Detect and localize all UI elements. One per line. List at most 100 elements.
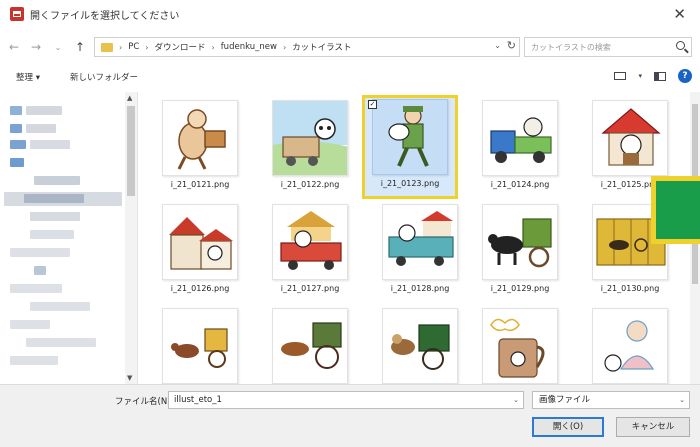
cow-house-icon xyxy=(592,100,668,176)
breadcrumb-separator: › xyxy=(119,42,123,52)
file-name: i_21_0121.png xyxy=(170,180,230,189)
refresh-icon[interactable]: ↻ xyxy=(507,39,516,52)
app-icon xyxy=(10,7,24,21)
file-list: i_21_0121.png i_21_0122.png ✓ i_21_0123.… xyxy=(140,92,690,384)
file-name: i_21_0130.png xyxy=(600,284,660,293)
cow-in-cart-icon xyxy=(272,100,348,176)
search-placeholder: カットイラストの検索 xyxy=(531,42,611,52)
file-name: i_21_0122.png xyxy=(280,180,340,189)
nav-item[interactable] xyxy=(10,158,24,167)
forward-button[interactable]: → xyxy=(28,40,44,54)
navigation-pane[interactable]: ▲ ▼ xyxy=(0,92,138,384)
new-folder-button[interactable]: 新しいフォルダー xyxy=(70,71,138,83)
cow-carrying-box-icon xyxy=(162,100,238,176)
organize-button[interactable]: 整理 ▾ xyxy=(16,71,40,83)
search-icon[interactable] xyxy=(676,41,685,50)
farmer-carrying-cow-icon xyxy=(372,99,448,175)
file-item[interactable]: i_21_0124.png xyxy=(472,96,568,196)
nav-item[interactable] xyxy=(10,106,22,115)
view-options-icon[interactable] xyxy=(614,72,627,80)
file-name: i_21_0127.png xyxy=(280,284,340,293)
nav-item[interactable] xyxy=(10,356,58,365)
breadcrumb-cut-illust[interactable]: カットイラスト xyxy=(292,41,351,53)
file-item[interactable]: i_21_0122.png xyxy=(262,96,358,196)
file-name: i_21_0129.png xyxy=(490,284,550,293)
nav-item[interactable] xyxy=(26,338,96,347)
scrollbar-thumb[interactable] xyxy=(127,106,135,196)
chevron-down-icon[interactable]: ⌄ xyxy=(679,392,685,408)
scroll-down-icon[interactable]: ▼ xyxy=(127,374,132,382)
filename-label: ファイル名(N): xyxy=(115,397,174,407)
file-name: i_21_0128.png xyxy=(390,284,450,293)
file-item[interactable]: i_21_0126.png xyxy=(152,200,248,300)
filetype-value: 画像ファイル xyxy=(539,395,591,405)
nav-item[interactable] xyxy=(34,266,46,275)
nav-item[interactable] xyxy=(34,176,80,185)
open-button[interactable]: 開く(O) xyxy=(532,417,604,437)
title-bar: 開くファイルを選択してください ✕ xyxy=(0,0,700,28)
back-button[interactable]: ← xyxy=(6,40,22,54)
nav-item[interactable] xyxy=(26,106,62,115)
nav-item[interactable] xyxy=(10,124,22,133)
breadcrumb-separator: › xyxy=(282,42,287,52)
file-item[interactable] xyxy=(262,304,358,384)
milk-mug-icon xyxy=(482,308,558,384)
cancel-button[interactable]: キャンセル xyxy=(616,417,690,437)
filename-value: illust_eto_1 xyxy=(174,395,222,405)
file-item[interactable]: i_21_0121.png xyxy=(152,96,248,196)
file-item[interactable]: i_21_0129.png xyxy=(472,200,568,300)
breadcrumb-pc[interactable]: PC xyxy=(128,42,139,52)
file-name: i_21_0124.png xyxy=(490,180,550,189)
woman-cow-icon xyxy=(592,308,668,384)
nav-item[interactable] xyxy=(30,302,90,311)
preview-pane-icon[interactable] xyxy=(654,71,666,81)
recent-locations-button[interactable]: ⌄ xyxy=(50,43,66,52)
selection-checkbox[interactable]: ✓ xyxy=(368,100,377,109)
file-item[interactable]: i_21_0128.png xyxy=(372,200,468,300)
file-item[interactable] xyxy=(472,304,568,384)
breadcrumb-separator: › xyxy=(211,42,215,52)
view-dropdown-icon[interactable]: ▾ xyxy=(638,72,642,80)
scroll-up-icon[interactable]: ▲ xyxy=(127,94,132,102)
nav-item[interactable] xyxy=(26,124,56,133)
filetype-select[interactable]: 画像ファイル ⌄ xyxy=(532,391,690,409)
folder-icon xyxy=(101,42,113,52)
search-input[interactable]: カットイラストの検索 xyxy=(524,37,692,57)
file-item[interactable] xyxy=(372,304,468,384)
nav-item[interactable] xyxy=(10,248,70,257)
nav-item[interactable] xyxy=(30,212,80,221)
nav-item[interactable] xyxy=(10,284,62,293)
cow-wagon-icon xyxy=(482,204,558,280)
breadcrumb-separator: › xyxy=(145,42,149,52)
ox-cart-icon xyxy=(272,308,348,384)
file-item[interactable] xyxy=(582,304,678,384)
nav-item[interactable] xyxy=(10,140,26,149)
nav-item[interactable] xyxy=(24,194,84,203)
bottom-panel: ファイル名(N): illust_eto_1 ⌄ 画像ファイル ⌄ 開く(O) … xyxy=(0,384,700,447)
breadcrumb-downloads[interactable]: ダウンロード xyxy=(154,41,205,53)
file-item[interactable] xyxy=(152,304,248,384)
ox-green-cart-icon xyxy=(382,308,458,384)
cow-pickup-truck-icon xyxy=(382,204,458,280)
highlight-overlay xyxy=(651,176,700,244)
dialog-title: 開くファイルを選択してください xyxy=(30,10,180,22)
address-dropdown-icon[interactable]: ⌄ xyxy=(494,41,501,50)
file-name: i_21_0126.png xyxy=(170,284,230,293)
up-button[interactable]: ↑ xyxy=(72,40,88,54)
nav-item[interactable] xyxy=(10,320,50,329)
navigation-bar: ← → ⌄ ↑ › PC › ダウンロード › fudenku_new › カッ… xyxy=(0,34,700,60)
navigation-scrollbar[interactable]: ▲ ▼ xyxy=(125,92,137,384)
cow-truck-icon xyxy=(482,100,558,176)
file-item-selected[interactable]: ✓ i_21_0123.png xyxy=(362,95,458,199)
help-icon[interactable]: ? xyxy=(678,69,692,83)
nav-item[interactable] xyxy=(30,140,70,149)
close-icon[interactable]: ✕ xyxy=(673,5,686,23)
breadcrumb-fudenku-new[interactable]: fudenku_new xyxy=(221,42,277,52)
address-bar[interactable]: › PC › ダウンロード › fudenku_new › カットイラスト ⌄ … xyxy=(94,37,520,57)
nav-item[interactable] xyxy=(30,230,74,239)
chevron-down-icon[interactable]: ⌄ xyxy=(513,392,519,408)
barn-house-icon xyxy=(162,204,238,280)
file-item[interactable]: i_21_0127.png xyxy=(262,200,358,300)
filename-input[interactable]: illust_eto_1 ⌄ xyxy=(168,391,524,409)
cow-in-car-icon xyxy=(272,204,348,280)
